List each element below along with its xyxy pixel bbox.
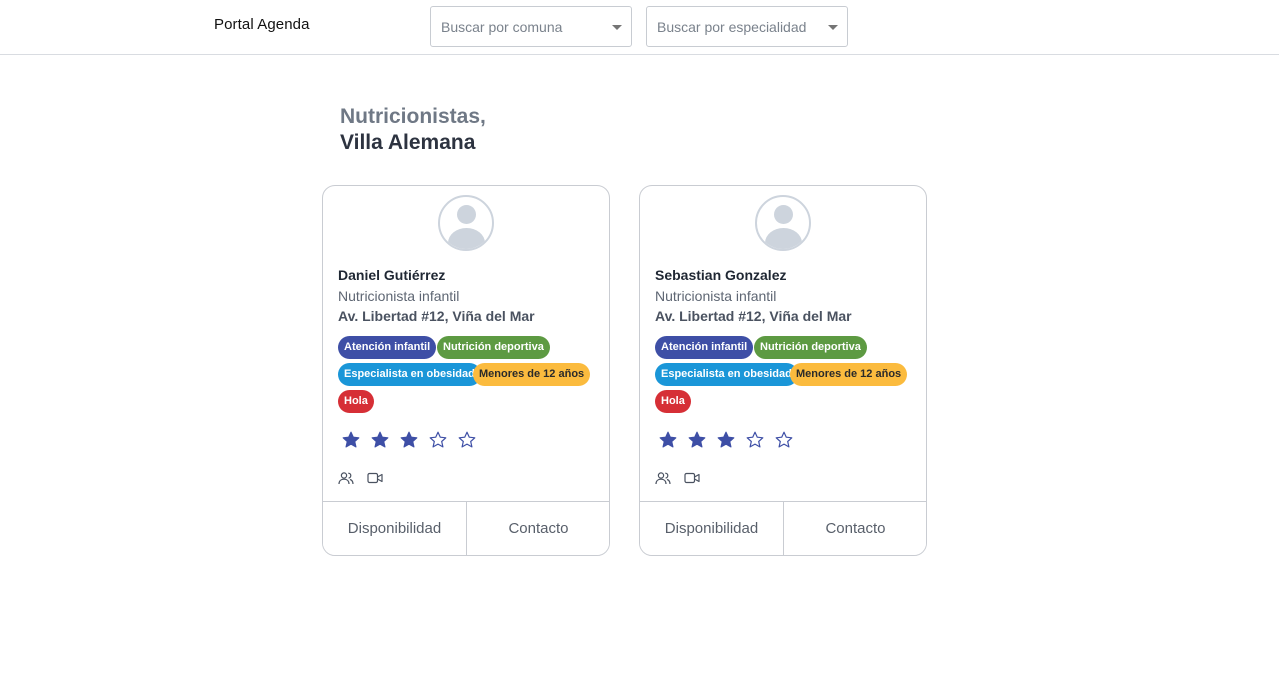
star-empty-icon [458, 431, 476, 448]
star-filled-icon [659, 431, 677, 448]
tag-badge: Menores de 12 años [790, 363, 908, 386]
location-title: Villa Alemana [340, 131, 476, 154]
professional-role: Nutricionista infantil [655, 288, 777, 304]
comuna-select-placeholder: Buscar por comuna [441, 19, 563, 35]
avatar [755, 195, 811, 251]
tag-badge: Nutrición deportiva [754, 336, 867, 359]
professional-address: Av. Libertad #12, Viña del Mar [338, 308, 535, 324]
top-header: Portal Agenda Buscar por comuna Buscar p… [0, 0, 1279, 55]
results-heading: Nutricionistas, Villa Alemana [340, 104, 486, 156]
avatar [438, 195, 494, 251]
star-filled-icon [688, 431, 706, 448]
comuna-select[interactable]: Buscar por comuna [430, 6, 632, 47]
contact-button[interactable]: Contacto [467, 502, 609, 555]
star-empty-icon [429, 431, 447, 448]
group-icon [655, 472, 671, 485]
star-filled-icon [342, 431, 360, 448]
tag-badge: Especialista en obesidad [338, 363, 481, 386]
star-filled-icon [400, 431, 418, 448]
video-icon [684, 472, 700, 484]
chevron-down-icon [612, 25, 622, 30]
tag-badge: Atención infantil [338, 336, 437, 359]
professional-address: Av. Libertad #12, Viña del Mar [655, 308, 852, 324]
specialty-title: Nutricionistas, [340, 105, 486, 128]
avatar-head-shape [457, 205, 476, 224]
star-filled-icon [371, 431, 389, 448]
tag-badge: Hola [338, 390, 374, 413]
star-empty-icon [775, 431, 793, 448]
contact-button[interactable]: Contacto [784, 502, 926, 555]
avatar-body-shape [765, 228, 802, 249]
star-filled-icon [717, 431, 735, 448]
tag-badge: Atención infantil [655, 336, 754, 359]
video-icon [367, 472, 383, 484]
availability-button[interactable]: Disponibilidad [323, 502, 466, 555]
tag-badge: Nutrición deportiva [437, 336, 550, 359]
especialidad-select[interactable]: Buscar por especialidad [646, 6, 848, 47]
tag-badge: Especialista en obesidad [655, 363, 798, 386]
tag-badge: Hola [655, 390, 691, 413]
availability-button[interactable]: Disponibilidad [640, 502, 783, 555]
professional-name: Daniel Gutiérrez [338, 267, 446, 283]
group-icon [338, 472, 354, 485]
professional-card: Sebastian Gonzalez Nutricionista infanti… [639, 185, 927, 556]
avatar-head-shape [774, 205, 793, 224]
professional-name: Sebastian Gonzalez [655, 267, 787, 283]
avatar-body-shape [448, 228, 485, 249]
especialidad-select-placeholder: Buscar por especialidad [657, 19, 807, 35]
chevron-down-icon [828, 25, 838, 30]
star-empty-icon [746, 431, 764, 448]
tag-badge: Menores de 12 años [473, 363, 591, 386]
professional-role: Nutricionista infantil [338, 288, 460, 304]
brand-title[interactable]: Portal Agenda [214, 16, 310, 33]
professional-card: Daniel Gutiérrez Nutricionista infantil … [322, 185, 610, 556]
